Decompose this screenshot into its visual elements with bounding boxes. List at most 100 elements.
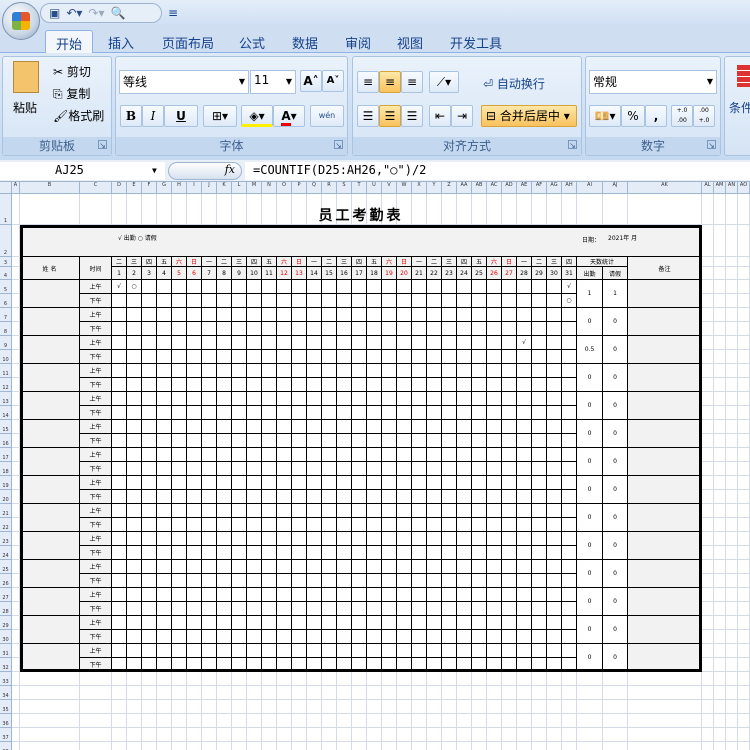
attendance-cell[interactable]	[472, 504, 487, 518]
cell[interactable]	[577, 728, 603, 742]
cell[interactable]	[427, 700, 442, 714]
cell[interactable]	[352, 700, 367, 714]
attendance-cell[interactable]	[262, 420, 277, 434]
attendance-cell[interactable]	[367, 518, 382, 532]
cell[interactable]	[702, 728, 714, 742]
attendance-cell[interactable]	[427, 644, 442, 658]
attendance-cell[interactable]	[547, 294, 562, 308]
attendance-cell[interactable]	[232, 364, 247, 378]
attendance-cell[interactable]	[502, 588, 517, 602]
attendance-cell[interactable]	[142, 644, 157, 658]
attendance-cell[interactable]	[232, 406, 247, 420]
attendance-cell[interactable]	[127, 448, 142, 462]
attendance-cell[interactable]	[487, 574, 502, 588]
cell[interactable]	[472, 728, 487, 742]
attendance-cell[interactable]	[547, 532, 562, 546]
attendance-cell[interactable]: √	[112, 280, 127, 294]
attendance-cell[interactable]	[367, 448, 382, 462]
attendance-cell[interactable]	[202, 560, 217, 574]
attendance-cell[interactable]	[217, 322, 232, 336]
attendance-cell[interactable]	[127, 350, 142, 364]
attendance-cell[interactable]	[292, 406, 307, 420]
attendance-cell[interactable]	[127, 588, 142, 602]
attendance-cell[interactable]	[502, 546, 517, 560]
office-button[interactable]	[2, 2, 40, 40]
attendance-cell[interactable]	[472, 392, 487, 406]
cell[interactable]	[628, 686, 702, 700]
cell[interactable]	[738, 714, 750, 728]
cell[interactable]	[322, 742, 337, 750]
attendance-cell[interactable]	[367, 588, 382, 602]
attendance-cell[interactable]	[382, 504, 397, 518]
cell[interactable]	[702, 322, 714, 336]
attendance-cell[interactable]	[412, 434, 427, 448]
cell[interactable]	[547, 714, 562, 728]
attendance-cell[interactable]	[202, 448, 217, 462]
attendance-cell[interactable]	[217, 336, 232, 350]
attendance-cell[interactable]	[277, 378, 292, 392]
cell[interactable]	[12, 280, 20, 294]
cell[interactable]	[12, 322, 20, 336]
name-box[interactable]: AJ25 ▼	[0, 162, 165, 180]
attendance-cell[interactable]	[367, 658, 382, 672]
cell[interactable]	[12, 378, 20, 392]
cell[interactable]	[702, 434, 714, 448]
attendance-cell[interactable]	[412, 406, 427, 420]
attendance-cell[interactable]	[112, 336, 127, 350]
attendance-cell[interactable]	[397, 644, 412, 658]
attendance-cell[interactable]	[232, 588, 247, 602]
cell[interactable]	[367, 728, 382, 742]
cell[interactable]	[307, 700, 322, 714]
attendance-cell[interactable]	[517, 420, 532, 434]
attendance-cell[interactable]	[352, 434, 367, 448]
attendance-cell[interactable]	[472, 308, 487, 322]
cell[interactable]	[577, 714, 603, 728]
cell[interactable]	[603, 672, 628, 686]
cell[interactable]	[726, 700, 738, 714]
attendance-cell[interactable]	[292, 392, 307, 406]
attendance-cell[interactable]	[127, 546, 142, 560]
row-header[interactable]: 22	[0, 518, 12, 532]
attendance-cell[interactable]	[292, 588, 307, 602]
attendance-cell[interactable]	[352, 630, 367, 644]
attendance-cell[interactable]	[502, 490, 517, 504]
attendance-cell[interactable]	[307, 462, 322, 476]
attendance-cell[interactable]	[472, 378, 487, 392]
attendance-cell[interactable]	[142, 602, 157, 616]
cell[interactable]	[127, 714, 142, 728]
cell[interactable]	[714, 504, 726, 518]
attendance-cell[interactable]	[442, 434, 457, 448]
cell[interactable]	[714, 546, 726, 560]
attendance-cell[interactable]	[457, 322, 472, 336]
print-preview-icon[interactable]: 🔍	[111, 6, 126, 20]
attendance-cell[interactable]	[292, 602, 307, 616]
attendance-cell[interactable]	[202, 630, 217, 644]
cell[interactable]	[738, 700, 750, 714]
attendance-cell[interactable]	[427, 602, 442, 616]
attendance-cell[interactable]	[337, 420, 352, 434]
column-header[interactable]: E	[127, 182, 142, 194]
cell[interactable]	[738, 194, 750, 225]
attendance-cell[interactable]	[172, 490, 187, 504]
cell[interactable]	[397, 686, 412, 700]
row-header[interactable]: 32	[0, 658, 12, 672]
attendance-cell[interactable]	[127, 560, 142, 574]
attendance-cell[interactable]	[217, 504, 232, 518]
attendance-cell[interactable]	[352, 560, 367, 574]
cell[interactable]	[702, 350, 714, 364]
column-header[interactable]: P	[292, 182, 307, 194]
cell[interactable]	[738, 350, 750, 364]
row-header[interactable]: 2	[0, 225, 12, 257]
attendance-cell[interactable]	[367, 392, 382, 406]
cell[interactable]	[457, 714, 472, 728]
attendance-cell[interactable]	[172, 476, 187, 490]
cell[interactable]	[322, 700, 337, 714]
cell[interactable]	[714, 434, 726, 448]
align-bottom-button[interactable]: ≡	[401, 71, 423, 93]
column-header[interactable]: X	[412, 182, 427, 194]
row-header[interactable]: 13	[0, 392, 12, 406]
borders-button[interactable]: ⊞▾	[203, 105, 237, 127]
attendance-cell[interactable]	[172, 504, 187, 518]
attendance-cell[interactable]	[262, 336, 277, 350]
cell[interactable]	[457, 672, 472, 686]
